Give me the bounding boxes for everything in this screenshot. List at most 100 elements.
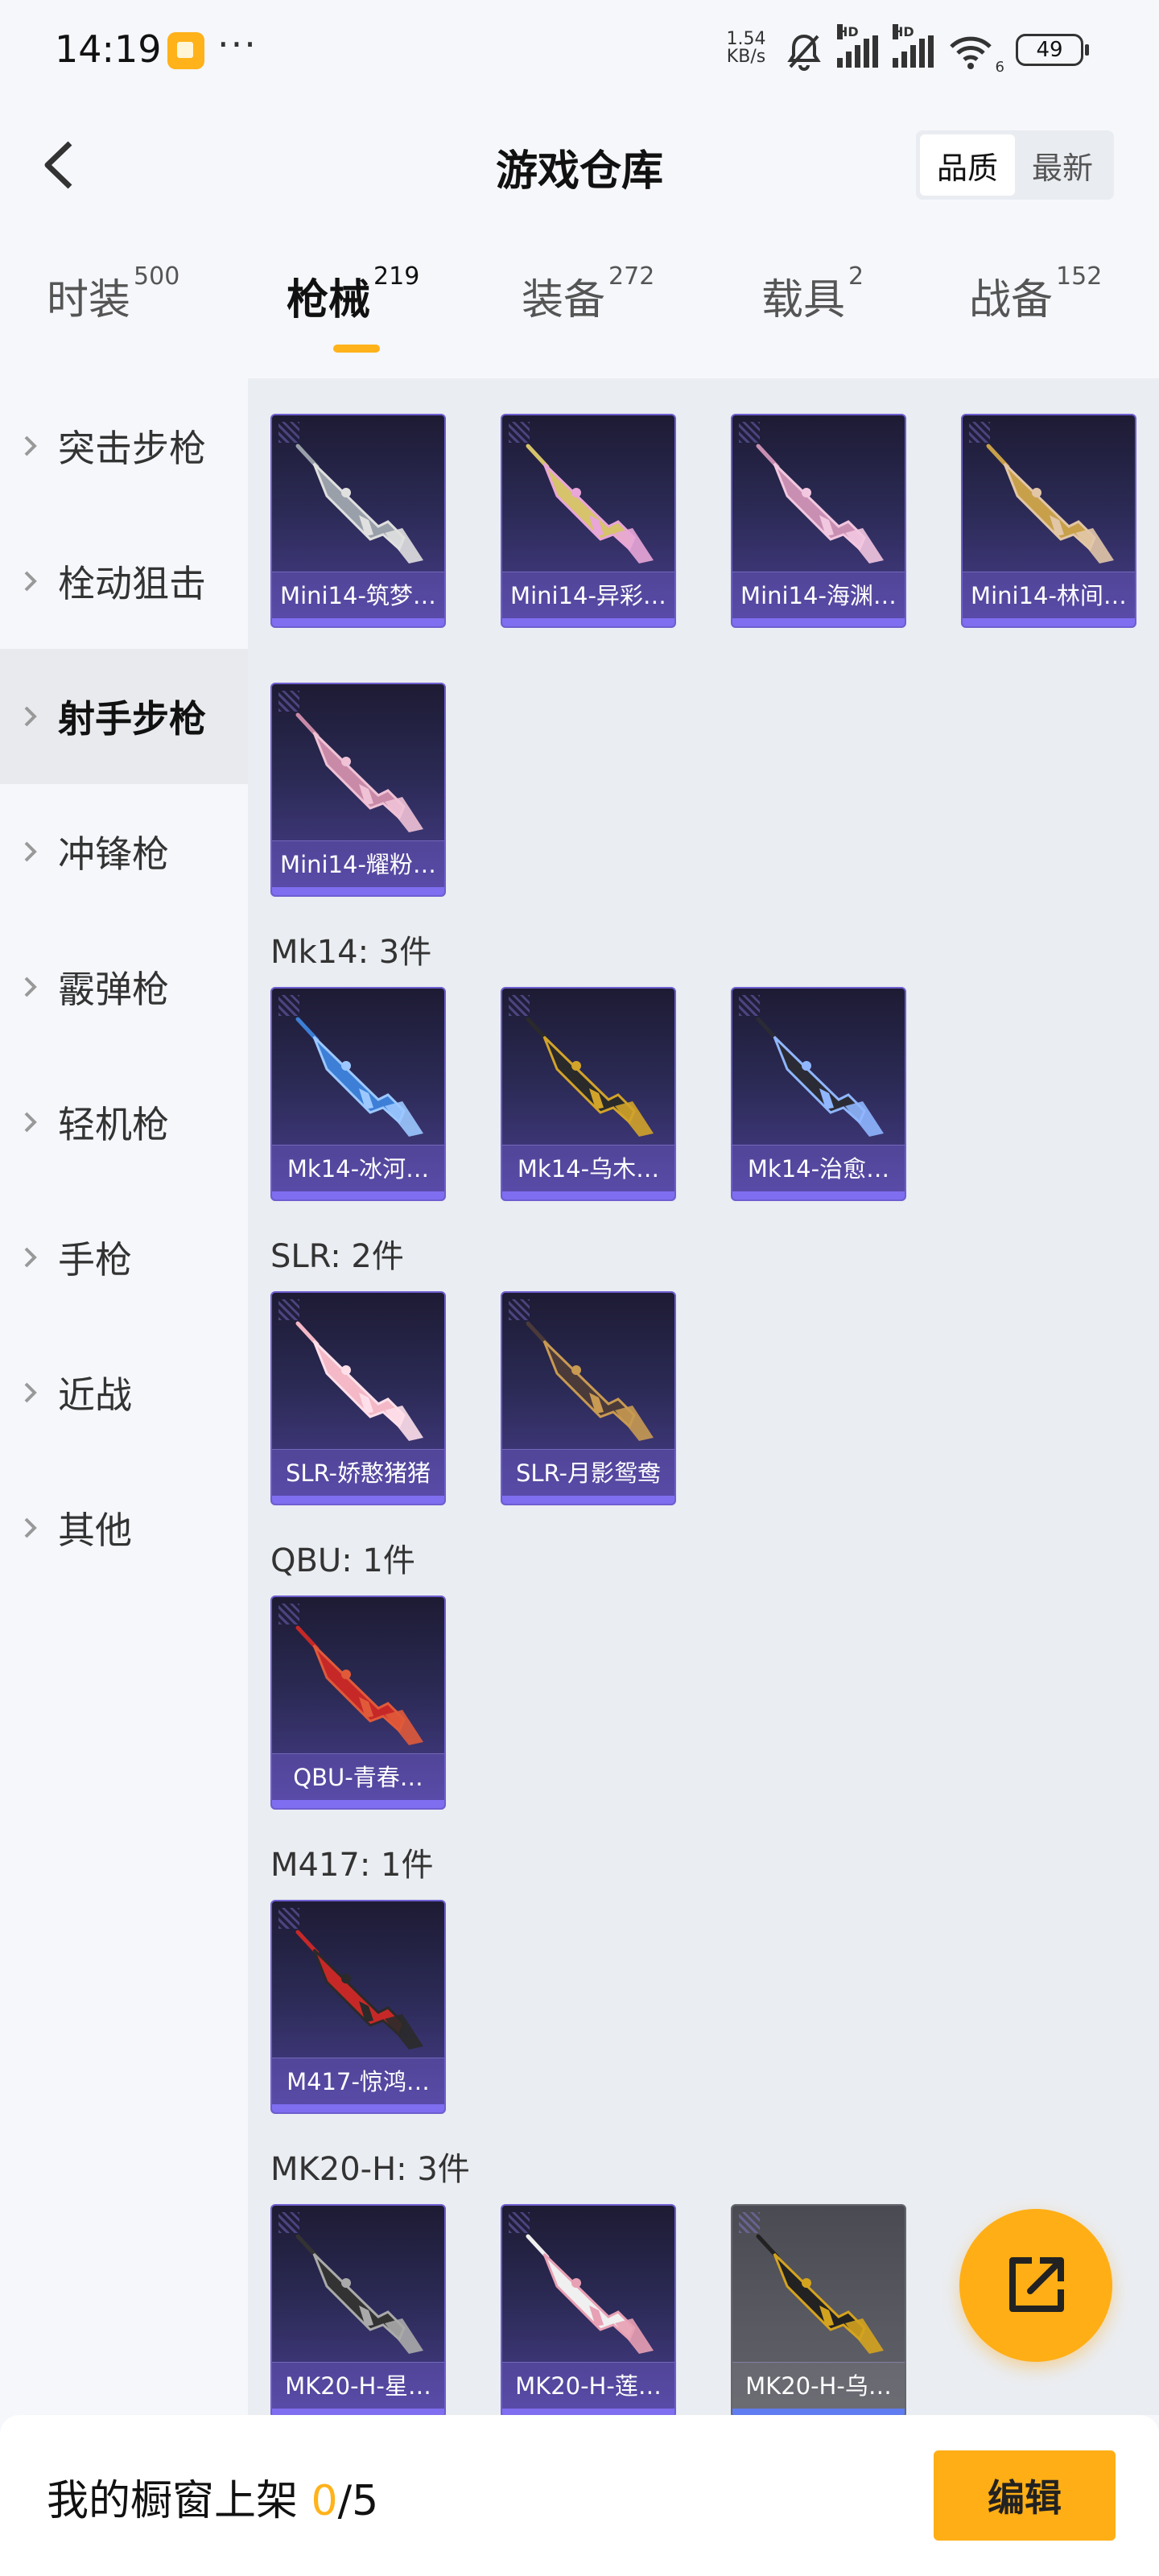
weapon-skin-icon [986, 444, 1114, 564]
chevron-right-icon [23, 840, 47, 864]
sidebar-item[interactable]: 其他 [0, 1460, 248, 1596]
rarity-bar [502, 1191, 674, 1199]
sidebar-item-label: 栓动狙击 [58, 562, 206, 605]
weapon-skin-icon [295, 1321, 423, 1441]
rarity-bar [732, 1191, 905, 1199]
sidebar-item[interactable]: 射手步枪 [0, 649, 248, 784]
status-time: 14:19 [55, 27, 162, 71]
weapon-card[interactable]: SLR-娇憨猪猪 [270, 1291, 446, 1505]
tab-supplies[interactable]: 战备 152 [969, 262, 1102, 362]
rarity-bar [272, 2409, 444, 2415]
weapon-skin-icon [526, 2234, 654, 2354]
sidebar-item[interactable]: 轻机枪 [0, 1055, 248, 1190]
rarity-bar [272, 1191, 444, 1199]
chevron-right-icon [23, 569, 47, 593]
tab-vehicles[interactable]: 载具 2 [761, 262, 864, 362]
rarity-bar [963, 618, 1135, 626]
signal-1-icon: HD [837, 24, 878, 68]
rarity-bar [272, 1800, 444, 1808]
share-button[interactable] [959, 2209, 1112, 2362]
showcase-status: 我的橱窗上架 0/5 [47, 2467, 378, 2527]
weapon-card[interactable]: Mk14-治愈… [731, 987, 906, 1201]
weapon-card[interactable]: MK20-H-乌… [731, 2204, 906, 2415]
chevron-right-icon [23, 1381, 47, 1405]
rarity-bar [502, 1496, 674, 1504]
weapon-name: MK20-H-乌… [732, 2362, 905, 2409]
sidebar-item[interactable]: 近战 [0, 1325, 248, 1460]
sort-newest-button[interactable]: 最新 [1015, 134, 1110, 196]
weapon-card[interactable]: Mini14-筑梦… [270, 414, 446, 628]
weapon-skin-icon [756, 1017, 884, 1137]
chevron-right-icon [23, 1516, 47, 1540]
weapon-card[interactable]: MK20-H-莲… [501, 2204, 676, 2415]
weapon-card[interactable]: Mini14-耀粉… [270, 683, 446, 897]
rarity-bar [272, 618, 444, 626]
chevron-right-icon [23, 1245, 47, 1269]
weapon-skin-icon [295, 1017, 423, 1137]
weapon-card[interactable]: Mk14-乌木… [501, 987, 676, 1201]
tab-count: 500 [134, 262, 180, 291]
wifi-badge: 6 [995, 59, 1004, 76]
rarity-bar [272, 1496, 444, 1504]
edit-button[interactable]: 编辑 [934, 2450, 1116, 2541]
weapon-skin-icon [526, 1321, 654, 1441]
weapon-name: Mini14-耀粉… [272, 840, 444, 887]
network-speed: 1.54 KB/s [720, 31, 773, 66]
weapon-card[interactable]: Mk14-冰河… [270, 987, 446, 1201]
notification-app-icon [167, 32, 204, 69]
weapon-name: Mk14-乌木… [502, 1145, 674, 1191]
weapon-name: SLR-月影鸳鸯 [502, 1449, 674, 1496]
weapon-name: Mk14-冰河… [272, 1145, 444, 1191]
sidebar-item[interactable]: 栓动狙击 [0, 514, 248, 649]
weapon-skin-icon [526, 444, 654, 564]
weapon-name: MK20-H-莲… [502, 2362, 674, 2409]
bottom-bar: 我的橱窗上架 0/5 编辑 [0, 2415, 1159, 2576]
weapon-card[interactable]: Mini14-海渊… [731, 414, 906, 628]
weapon-name: SLR-娇憨猪猪 [272, 1449, 444, 1496]
signal-2-icon: HD [893, 24, 934, 68]
section-title: SLR: 2件 [270, 1238, 404, 1275]
sidebar-item[interactable]: 冲锋枪 [0, 784, 248, 919]
tab-count: 152 [1056, 262, 1103, 291]
rarity-bar [732, 2409, 905, 2415]
section-title: M417: 1件 [270, 1847, 434, 1884]
wifi-icon: 6 [948, 34, 1004, 76]
rarity-bar [272, 887, 444, 895]
weapon-skin-icon [295, 444, 423, 564]
tab-label: 枪械 [287, 276, 371, 324]
sidebar-item[interactable]: 霰弹枪 [0, 919, 248, 1055]
weapon-card[interactable]: MK20-H-星… [270, 2204, 446, 2415]
network-speed-unit: KB/s [726, 47, 766, 67]
sidebar-item-label: 霰弹枪 [58, 968, 169, 1011]
showcase-total: /5 [337, 2477, 379, 2525]
share-external-icon [1009, 2257, 1064, 2312]
sidebar-item-label: 射手步枪 [58, 697, 206, 741]
sidebar-item[interactable]: 手枪 [0, 1190, 248, 1325]
weapon-skin-icon [295, 712, 423, 832]
sidebar-item-label: 近战 [58, 1373, 132, 1417]
sort-quality-button[interactable]: 品质 [920, 134, 1015, 196]
tab-firearms[interactable]: 枪械 219 [287, 262, 419, 362]
tab-count: 219 [373, 262, 420, 291]
weapon-name: Mini14-异彩… [502, 572, 674, 618]
weapon-name: Mini14-林间… [963, 572, 1135, 618]
weapon-name: M417-惊鸿… [272, 2058, 444, 2104]
tab-label: 时装 [47, 276, 131, 324]
weapon-card[interactable]: Mini14-异彩… [501, 414, 676, 628]
showcase-label: 我的橱窗上架 [47, 2477, 299, 2525]
sidebar-item[interactable]: 突击步枪 [0, 378, 248, 514]
hd-badge-2: HD [893, 24, 914, 39]
showcase-current: 0 [311, 2477, 338, 2525]
hd-badge-1: HD [837, 24, 859, 39]
tab-label: 载具 [761, 276, 846, 324]
active-tab-indicator [333, 345, 380, 353]
weapon-card[interactable]: Mini14-林间… [961, 414, 1136, 628]
tab-label: 战备 [969, 276, 1054, 324]
weapon-card[interactable]: M417-惊鸿… [270, 1900, 446, 2114]
sidebar-item-label: 轻机枪 [58, 1103, 169, 1146]
tab-fashion[interactable]: 时装 500 [47, 262, 179, 362]
weapon-card[interactable]: QBU-青春… [270, 1596, 446, 1810]
tab-equipment[interactable]: 装备 272 [522, 262, 654, 362]
weapon-card[interactable]: SLR-月影鸳鸯 [501, 1291, 676, 1505]
weapon-grid: Mini14-筑梦… Mini14-异彩… Mini14-海渊… Mini14-林间…… [248, 378, 1159, 2415]
